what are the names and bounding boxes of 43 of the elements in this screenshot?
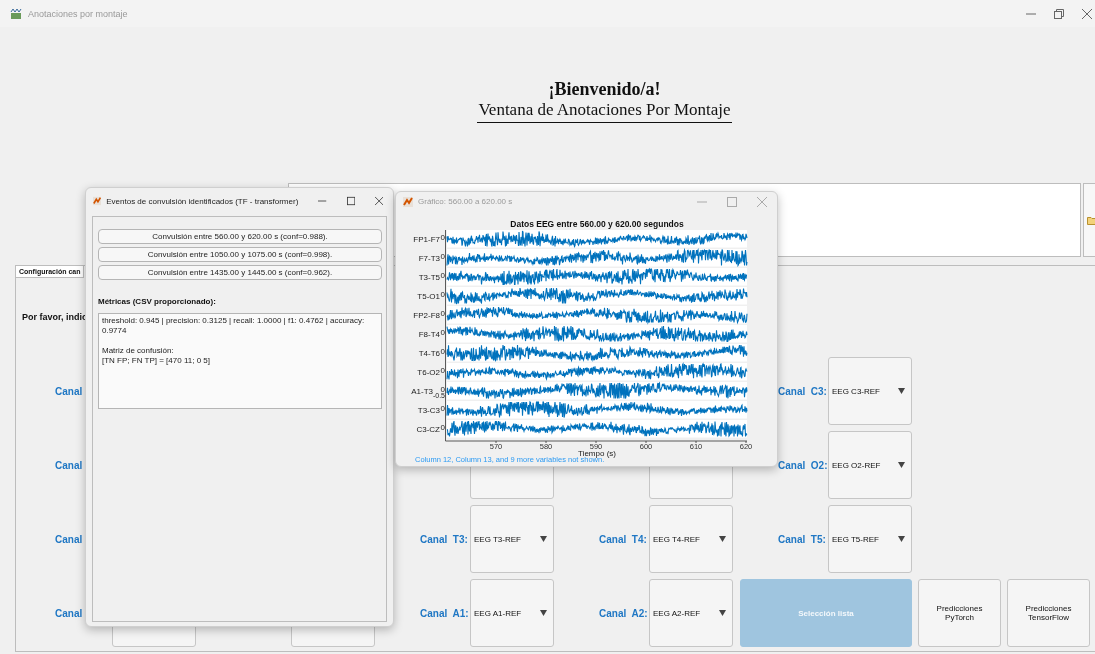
channel-label: Canal (54, 385, 84, 397)
window-title: Anotaciones por montaje (28, 8, 128, 19)
channel-label: T3-C3 (417, 406, 440, 415)
axis-tick-label: 0 (440, 366, 445, 375)
axis-tick-label: 0 (440, 347, 445, 356)
metrics-label: Métricas (CSV proporcionado): (98, 297, 217, 306)
axis-tick-label: 0 (440, 271, 445, 280)
channel-label: F8-T4 (418, 330, 440, 339)
axis-tick-label: 0 (440, 233, 445, 242)
channel-label: Canal T5: (777, 533, 824, 545)
axis-tick-label: 0 (440, 328, 445, 337)
channel-label: C3-CZ (416, 425, 440, 434)
dialog-title: Eventos de convulsión identificados (TF - transformer) (106, 196, 299, 206)
channel-label: T3-T5 (418, 273, 440, 282)
channel-label: Canal A2: (598, 607, 645, 619)
axis-tick-label: 0 (440, 385, 445, 394)
channel-label: T6-O2 (417, 368, 440, 377)
window-subtitle: Ventana de Anotaciones Por Montaje (477, 100, 732, 123)
channel-label: FP2-F8 (413, 311, 440, 320)
graph-window-title: Gráfico: 560.00 a 620.00 s (418, 197, 513, 206)
channel-label: F7-T3 (418, 254, 440, 263)
axis-tick-label: 0 (440, 404, 445, 413)
axis-tick-label: 0 (440, 423, 445, 432)
channel-label: Canal A1: (419, 607, 466, 619)
welcome-heading: ¡Bienvenido/a! (548, 79, 661, 100)
channel-label: FP1-F7 (413, 235, 440, 244)
channel-label: Canal T4: (598, 533, 645, 545)
axis-tick-label: 0 (440, 309, 445, 318)
metrics-paragraph: threshold: 0.945 | precision: 0.3125 | recall: 1.0000 | f1: 0.4762 | accuracy: 0.9774 (102, 316, 366, 336)
instruction-text: Por favor, indic (22, 312, 88, 322)
channel-label: Canal (54, 533, 84, 545)
axis-label: Tiempo (s) (578, 449, 616, 458)
channel-label: Canal C3: (777, 385, 824, 397)
metrics-paragraph: Matriz de confusión: [TN FP; FN TP] = [470 11; 0 5] (102, 346, 211, 366)
channel-label: Canal (54, 607, 84, 619)
channel-label: T4-T6 (418, 349, 440, 358)
plot-title: Datos EEG entre 560.00 y 620.00 segundos (510, 219, 684, 229)
axis-tick-label: 0 (440, 252, 445, 261)
channel-label: A1-T3 (411, 387, 433, 396)
axis-tick-label: 0 (440, 290, 445, 299)
channel-label: Canal (54, 459, 84, 471)
channel-label: T5-O1 (417, 292, 440, 301)
channel-label: Canal T3: (419, 533, 466, 545)
